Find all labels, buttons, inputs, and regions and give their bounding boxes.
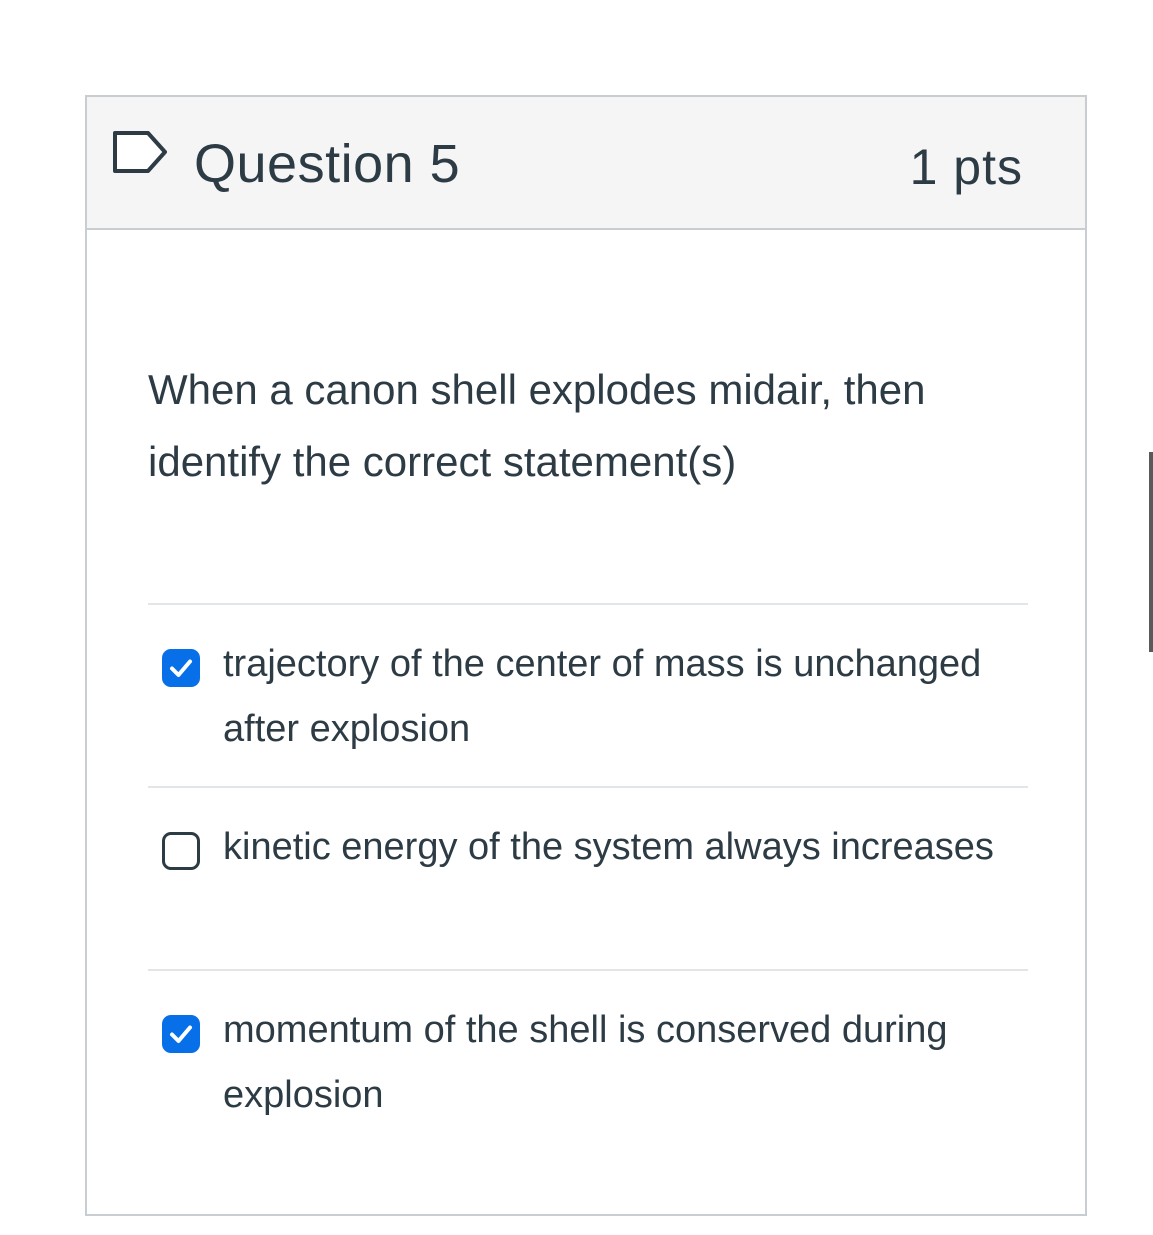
answer-label[interactable]: momentum of the shell is conserved durin…: [223, 998, 1023, 1128]
answer-label[interactable]: kinetic energy of the system always incr…: [223, 815, 1023, 880]
answer-option[interactable]: momentum of the shell is conserved durin…: [148, 969, 1028, 1152]
checkmark-icon: [170, 1025, 192, 1043]
question-card: Question 5 1 pts When a canon shell expl…: [85, 95, 1087, 1216]
question-text: When a canon shell explodes midair, then…: [148, 366, 926, 485]
answer-checkbox[interactable]: [162, 1015, 200, 1053]
question-title: Question 5: [194, 134, 461, 194]
answer-option[interactable]: kinetic energy of the system always incr…: [148, 786, 1028, 969]
checkmark-icon: [170, 659, 192, 677]
answer-label[interactable]: trajectory of the center of mass is unch…: [223, 632, 1023, 762]
answer-option[interactable]: trajectory of the center of mass is unch…: [148, 603, 1028, 786]
answer-list: trajectory of the center of mass is unch…: [148, 603, 1028, 1152]
question-header: Question 5 1 pts: [87, 97, 1085, 230]
question-points: 1 pts: [909, 139, 1023, 195]
page: Question 5 1 pts When a canon shell expl…: [0, 0, 1153, 1235]
answer-checkbox[interactable]: [162, 649, 200, 687]
flag-outline-icon[interactable]: [112, 129, 170, 175]
answer-checkbox[interactable]: [162, 832, 200, 870]
scrollbar-edge: [1149, 452, 1153, 652]
